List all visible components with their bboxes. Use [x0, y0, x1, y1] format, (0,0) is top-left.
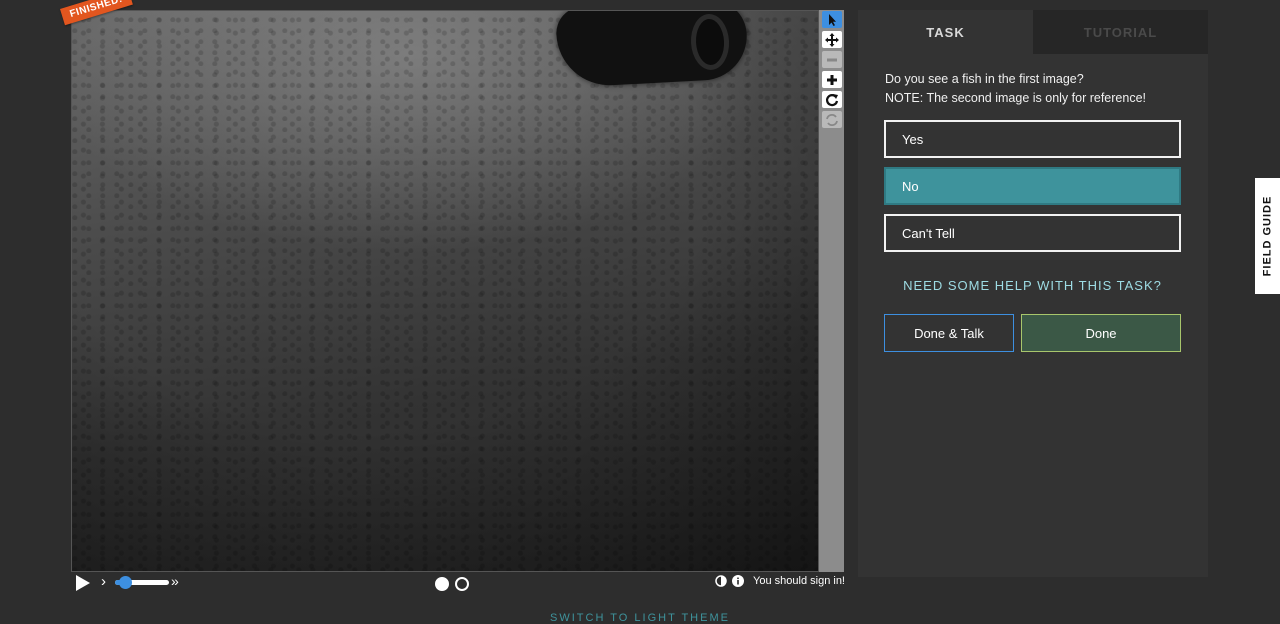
tab-task[interactable]: TASK — [858, 10, 1033, 54]
subject-image[interactable] — [71, 10, 819, 572]
image-vignette — [72, 11, 818, 571]
fast-speed-icon[interactable]: » — [171, 573, 179, 589]
task-question: Do you see a fish in the first image? NO… — [885, 70, 1146, 108]
pointer-tool-button[interactable] — [821, 11, 842, 28]
zoom-out-button[interactable] — [821, 51, 842, 68]
done-button[interactable]: Done — [1021, 314, 1181, 352]
pointer-icon — [828, 13, 836, 26]
zoom-in-icon — [826, 74, 837, 85]
play-button[interactable] — [76, 575, 90, 591]
question-text: Do you see a fish in the first image? — [885, 72, 1084, 86]
reset-button[interactable] — [821, 111, 842, 128]
pan-tool-button[interactable] — [821, 31, 842, 48]
slow-speed-icon[interactable]: › — [101, 573, 106, 590]
answer-cant-tell[interactable]: Can't Tell — [884, 214, 1181, 252]
frame-2-dot[interactable] — [455, 577, 469, 591]
zoom-out-icon — [826, 58, 837, 61]
playback-speed-slider[interactable] — [115, 576, 169, 589]
camera-housing-object — [555, 11, 749, 88]
slider-thumb[interactable] — [119, 576, 132, 589]
rotate-button[interactable] — [821, 91, 842, 108]
frame-controls: › » You should sign in! — [71, 573, 845, 593]
done-and-talk-button[interactable]: Done & Talk — [884, 314, 1014, 352]
rotate-icon — [825, 93, 838, 106]
theme-switch-link[interactable]: SWITCH TO LIGHT THEME — [0, 612, 1280, 624]
frame-1-dot[interactable] — [435, 577, 449, 591]
contrast-icon[interactable] — [715, 575, 727, 587]
pan-icon — [824, 32, 839, 47]
answer-no[interactable]: No — [884, 167, 1181, 205]
reset-icon — [825, 113, 838, 126]
question-note: NOTE: The second image is only for refer… — [885, 91, 1146, 105]
field-guide-label: FIELD GUIDE — [1261, 195, 1274, 277]
info-icon[interactable] — [732, 575, 744, 587]
task-tabs: TASK TUTORIAL — [858, 10, 1208, 54]
tab-tutorial[interactable]: TUTORIAL — [1033, 10, 1208, 54]
task-help-link[interactable]: NEED SOME HELP WITH THIS TASK? — [884, 278, 1181, 293]
field-guide-tab[interactable]: FIELD GUIDE — [1255, 178, 1280, 294]
task-panel: TASK TUTORIAL Do you see a fish in the f… — [858, 10, 1208, 577]
zoom-in-button[interactable] — [821, 71, 842, 88]
answer-yes[interactable]: Yes — [884, 120, 1181, 158]
image-toolbar — [819, 10, 844, 572]
signin-message: You should sign in! — [753, 575, 845, 587]
